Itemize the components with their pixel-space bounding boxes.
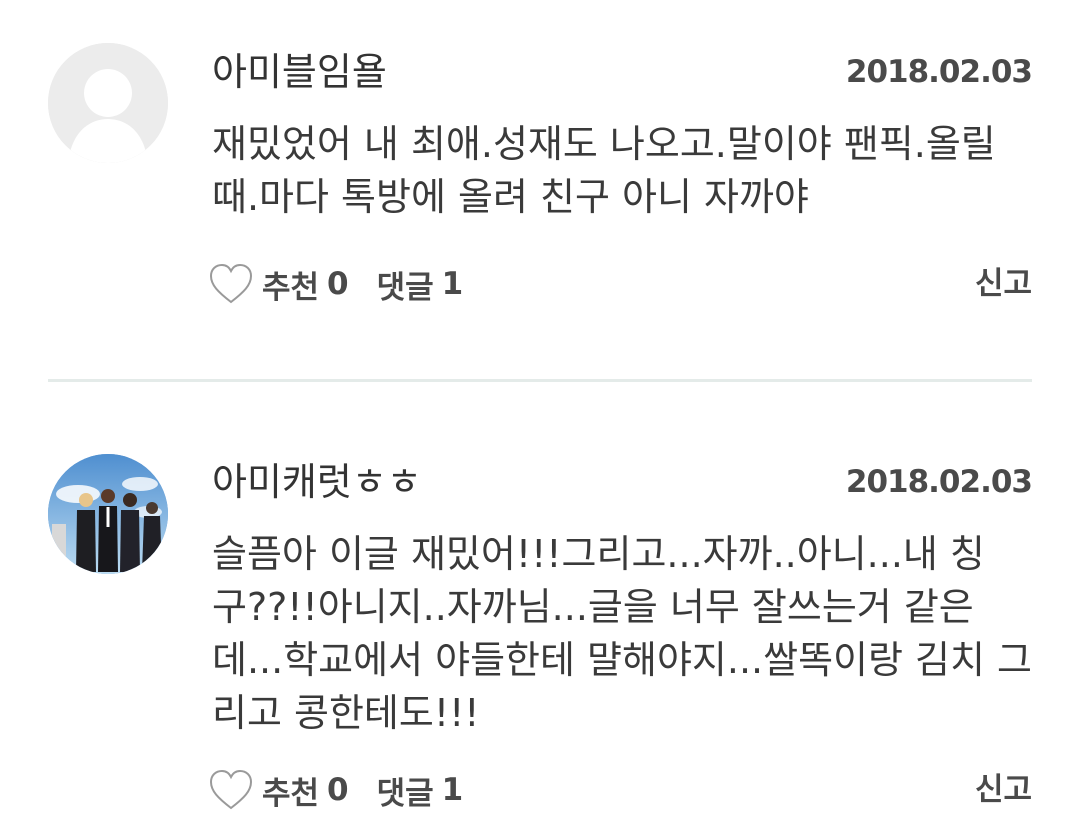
comment-text: 재밌었어 내 최애.성재도 나오고.말이야 팬픽.올릴때.마다 톡방에 올려 친…	[212, 122, 996, 219]
comment-text: 슬픔아 이글 재밌어!!!그리고...자까..아니...내 칭구??!!아니지.…	[212, 532, 1032, 735]
photo-avatar-icon	[48, 454, 168, 574]
avatar[interactable]	[48, 454, 168, 574]
author-name[interactable]: 아미블임욜	[212, 50, 387, 94]
comment-item: 아미캐럿ㅎㅎ 2018.02.03 슬픔아 이글 재밌어!!!그리고...자까.…	[0, 382, 1080, 812]
like-button[interactable]: 추천	[262, 768, 319, 813]
reply-button[interactable]: 댓글	[377, 768, 434, 813]
reply-button[interactable]: 댓글	[377, 262, 434, 307]
report-button[interactable]: 신고	[975, 768, 1032, 812]
reply-count: 1	[441, 266, 464, 302]
like-button[interactable]: 추천	[262, 262, 319, 307]
comment-item: 아미블임욜 2018.02.03 재밌었어 내 최애.성재도 나오고.말이야 팬…	[0, 0, 1080, 380]
heart-icon[interactable]	[208, 768, 254, 812]
comment-actions: 추천 0 댓글 1	[208, 768, 463, 812]
default-user-avatar-icon	[48, 43, 168, 163]
comment-actions: 추천 0 댓글 1	[208, 262, 463, 306]
avatar[interactable]	[48, 43, 168, 163]
heart-icon[interactable]	[208, 262, 254, 306]
comment-date: 2018.02.03	[845, 464, 1033, 500]
author-name[interactable]: 아미캐럿ㅎㅎ	[212, 460, 422, 504]
like-count: 0	[327, 772, 349, 808]
like-count: 0	[327, 266, 349, 302]
reply-count: 1	[441, 772, 464, 808]
report-button[interactable]: 신고	[975, 262, 1032, 306]
comment-date: 2018.02.03	[845, 54, 1033, 90]
